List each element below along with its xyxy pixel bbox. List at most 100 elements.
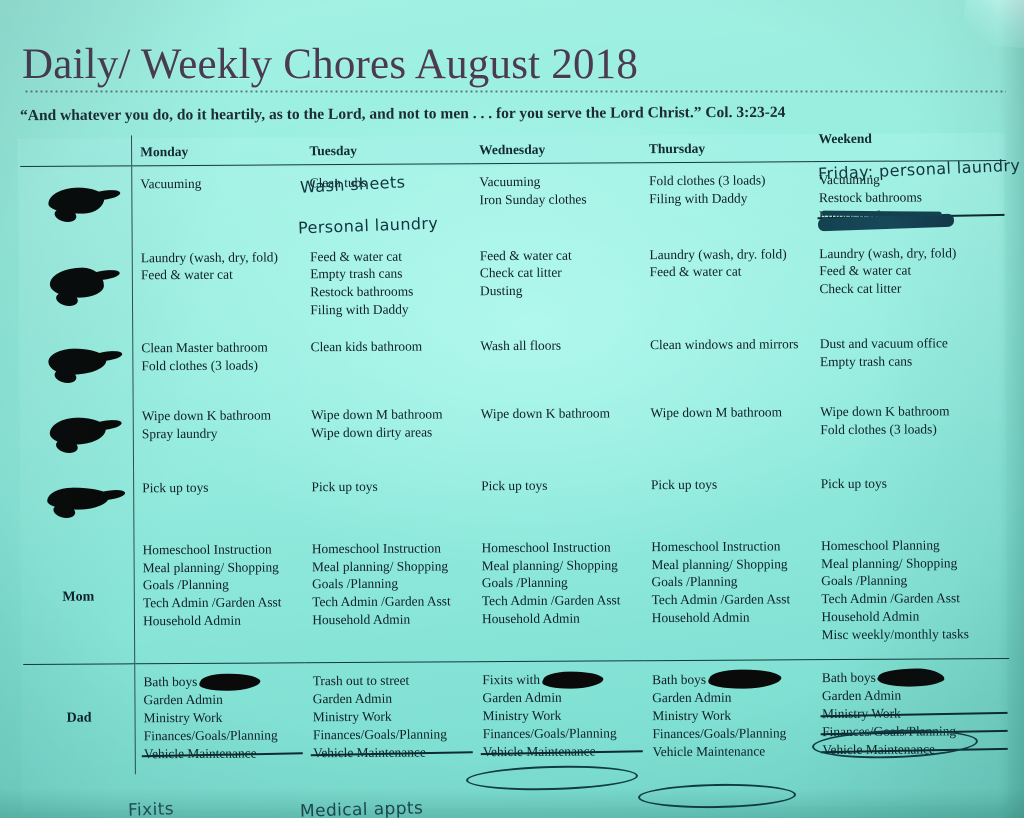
chore-item: Feed & water cat: [140, 267, 233, 283]
chore-item: Garden Admin: [652, 689, 732, 706]
chore-item: Pick up toys: [142, 479, 209, 496]
cell-thursday: Laundry (wash, dry. fold) Feed & water ca…: [641, 236, 811, 327]
cell-tuesday: Pick up toys: [303, 468, 473, 531]
cell-wednesday: Feed & water cat Check cat litter Dusting: [472, 237, 642, 328]
chore-item: Clean Master bathroom: [141, 339, 268, 356]
chore-item: Household Admin: [142, 612, 241, 629]
chore-item: Bath boys: [143, 673, 296, 692]
chore-item: Filing with Daddy: [310, 301, 409, 318]
chore-item: Tech Admin /Garden Asst: [481, 592, 621, 609]
chore-item: Garden Admin: [821, 687, 902, 704]
marker-redaction-icon: [49, 417, 106, 446]
chore-item: Vehicle Maintenance: [822, 740, 1002, 759]
column-header-thursday: Thursday: [648, 140, 706, 157]
chore-item: Misc weekly/monthly tasks: [821, 626, 969, 643]
cell-wednesday: Vacuuming Iron Sunday clothes: [471, 163, 641, 238]
chore-item: Wipe down K bathroom: [480, 405, 611, 422]
cell-tuesday: Feed & water cat Empty trash cans Restock …: [302, 238, 472, 329]
chore-item: Feed & water cat: [819, 262, 912, 279]
chore-item: Filing with Daddy: [649, 190, 748, 206]
column-header-tuesday: Tuesday: [309, 142, 357, 159]
column-header-weekend: Weekend: [818, 130, 872, 147]
table-row: Laundry (wash, dry, fold) Feed & water ca…: [20, 234, 1008, 331]
chore-item: Feed & water cat: [310, 248, 402, 264]
cell-weekend: Homeschool Planning Meal planning/ Shoppi…: [813, 527, 1009, 660]
chore-item: Feed & water cat: [479, 247, 572, 263]
chore-item: Pick up toys: [650, 476, 718, 492]
chore-item: Goals /Planning: [481, 575, 568, 591]
chore-item: Restock bathrooms: [818, 189, 922, 205]
cell-tuesday: Clean tubs: [302, 164, 472, 239]
chore-item: Ministry Work: [822, 704, 1002, 723]
cell-wednesday: Fixits with Garden Admin Ministry Work Fina…: [474, 661, 644, 772]
chore-item: Goals /Planning: [142, 577, 229, 593]
cell-thursday: Bath boys Garden Admin Ministry Work Financ…: [644, 660, 814, 771]
table-row: Pick up toys Pick up toys Pick up toys Pick…: [22, 465, 1008, 533]
cell-monday: Bath boys Garden Admin Ministry Work Financ…: [135, 663, 305, 774]
chore-item: Tech Admin /Garden Asst: [142, 594, 282, 611]
chore-item: Vehicle Maintenance: [144, 744, 297, 763]
chore-item: Homeschool Instruction: [311, 540, 441, 557]
cell-wednesday: Pick up toys: [473, 467, 643, 530]
chore-item: Ministry Work: [143, 709, 223, 726]
chore-item: Goals /Planning: [821, 573, 908, 589]
cell-thursday: Fold clothes (3 loads) Filing with Daddy: [641, 162, 811, 237]
chore-item: Wipe down M bathroom: [310, 406, 443, 423]
cell-monday: Homeschool Instruction Meal planning/ Sho…: [134, 531, 305, 664]
chore-item: Check cat litter: [819, 280, 902, 297]
chore-item: Empty trash cans: [310, 265, 403, 282]
chore-item: Laundry (wash, dry. fold): [649, 245, 787, 262]
chore-item: Meal planning/ Shopping: [481, 556, 618, 573]
title-divider: [24, 90, 1006, 93]
marker-redaction-icon: [878, 668, 943, 686]
chore-item: Fold clothes (3 loads): [649, 172, 766, 189]
redacted-name-icon: [22, 470, 135, 533]
page-title: Daily/ Weekly Chores August 2018: [22, 41, 639, 88]
cell-tuesday: Trash out to street Garden Admin Ministry …: [305, 662, 475, 773]
cell-weekend: Pick up toys: [813, 465, 1009, 528]
chore-item: Tech Admin /Garden Asst: [312, 593, 451, 610]
cell-thursday: Pick up toys: [643, 466, 813, 529]
chore-item: Goals /Planning: [651, 574, 738, 590]
chores-table: Monday Tuesday Wednesday Thursday Weeken…: [20, 129, 1010, 775]
chore-item: Clean tubs: [309, 174, 367, 191]
cell-wednesday: Wash all floors: [472, 327, 642, 396]
chore-item: Pick up toys: [311, 478, 378, 495]
cell-weekend: Bath boys Garden Admin Ministry Work Financ…: [814, 659, 1010, 770]
chore-item: Laundry (wash, dry, fold): [819, 244, 957, 261]
chore-item: Tech Admin /Garden Asst: [821, 590, 960, 607]
chore-item: Spray laundry: [141, 425, 218, 441]
chore-item: Empty trash cans: [819, 206, 999, 225]
chore-item: Goals /Planning: [312, 576, 399, 592]
table-row: Mom Homeschool Instruction Meal planning/ …: [22, 527, 1009, 665]
chore-item: Laundry (wash, dry, fold): [140, 248, 278, 265]
chore-item: Finances/Goals/Planning: [312, 726, 447, 743]
chore-item: Vehicle Maintenance: [483, 742, 637, 761]
chore-item: Vacuuming: [140, 175, 202, 192]
column-header-monday: Monday: [140, 143, 189, 160]
column-header-wednesday: Wednesday: [479, 141, 546, 158]
chore-item: Trash out to street: [312, 672, 410, 689]
chore-item: Vacuuming: [479, 173, 541, 190]
cell-monday: Pick up toys: [134, 469, 304, 532]
marker-redaction-icon: [709, 669, 780, 688]
cell-tuesday: Wipe down M bathroom Wipe down dirty area…: [303, 396, 473, 469]
cell-thursday: Clean windows and mirrors: [642, 326, 812, 395]
chore-item: Pick up toys: [820, 475, 887, 491]
chore-item: Tech Admin /Garden Asst: [651, 591, 791, 608]
chore-item: Ministry Work: [312, 708, 392, 725]
column-header-icon: [20, 135, 132, 167]
cell-weekend: Laundry (wash, dry, fold) Feed & water ca…: [811, 234, 1007, 326]
chore-item: Clean windows and mirrors: [650, 336, 799, 352]
cell-monday: Clean Master bathroom Fold clothes (3 loa…: [133, 329, 303, 398]
table-body: Vacuuming Clean tubs Vacuuming Iron Sunday …: [20, 160, 1010, 775]
chore-item: Household Admin: [481, 610, 580, 627]
chore-item: Garden Admin: [143, 691, 223, 708]
table-row: Wipe down K bathroom Spray laundry Wipe do…: [21, 393, 1008, 471]
row-label-dad: Dad: [23, 664, 136, 775]
chore-item: Finances/Goals/Planning: [482, 725, 617, 741]
cell-monday: Vacuuming: [132, 165, 302, 240]
chore-item: Bath boys: [822, 668, 1002, 687]
table-row: Vacuuming Clean tubs Vacuuming Iron Sunday …: [20, 160, 1006, 241]
chore-item: Household Admin: [312, 611, 411, 628]
